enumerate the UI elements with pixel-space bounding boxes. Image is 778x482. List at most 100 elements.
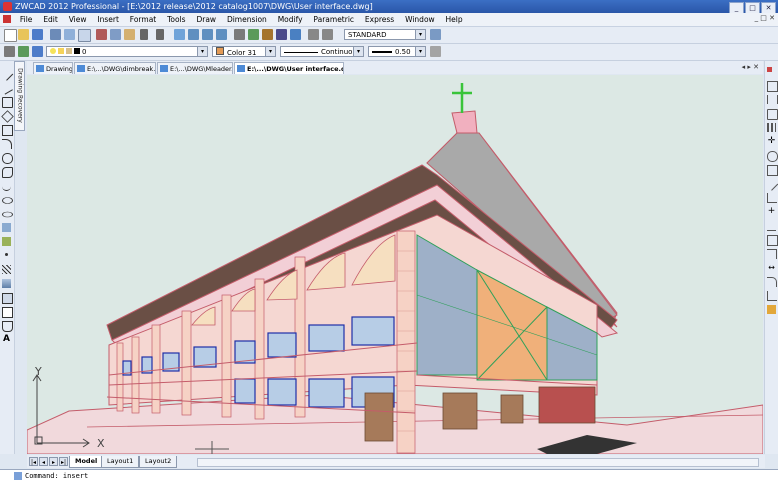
menu-dimension[interactable]: Dimension [223,13,271,26]
next-tab-button[interactable]: ▸ [49,457,58,466]
ellipse-icon[interactable] [2,197,13,204]
prev-tab-button[interactable]: ◂ [39,457,48,466]
menu-parametric[interactable]: Parametric [309,13,358,26]
array-icon[interactable] [767,123,776,132]
tab-layout2[interactable]: Layout2 [139,456,178,468]
zoom-previous-icon[interactable] [216,29,227,40]
mirror-icon[interactable] [767,95,778,104]
menu-edit[interactable]: Edit [39,13,62,26]
text-style-combo[interactable]: STANDARD ▾ [344,29,426,40]
make-current-layer-icon[interactable] [32,46,43,57]
menu-format[interactable]: Format [126,13,160,26]
rectangle-icon[interactable] [2,125,13,136]
last-tab-button[interactable]: ▸| [59,457,68,466]
menu-tools[interactable]: Tools [163,13,189,26]
paste-icon[interactable] [124,29,135,40]
move-icon[interactable]: ✛ [767,137,776,146]
command-line[interactable]: Command: insert [0,469,778,482]
circle-icon[interactable] [2,153,13,164]
scale-icon[interactable] [767,165,778,176]
ellipse-arc-icon[interactable] [2,211,13,218]
cut-icon[interactable] [96,29,107,40]
tab-model[interactable]: Model [69,456,104,468]
menu-draw[interactable]: Draw [192,13,220,26]
chamfer-icon[interactable]: ↔ [767,263,776,272]
dim-style-icon[interactable] [322,29,333,40]
save-icon[interactable] [32,29,43,40]
menu-modify[interactable]: Modify [274,13,307,26]
calculator-icon[interactable] [276,29,287,40]
menu-view[interactable]: View [65,13,91,26]
stretch-icon[interactable] [764,177,778,191]
menu-insert[interactable]: Insert [93,13,123,26]
table-style-icon[interactable] [430,29,441,40]
copy-icon[interactable] [110,29,121,40]
first-tab-button[interactable]: |◂ [29,457,38,466]
line-icon[interactable] [0,67,14,81]
properties-icon[interactable] [234,29,245,40]
layer-combo[interactable]: 0 ▾ [46,46,208,57]
print-icon[interactable] [50,29,61,40]
drawing-canvas[interactable]: Y X [27,75,763,454]
tab-dimbreak[interactable]: E:\...\DWG\dimbreak.dwg [74,62,156,74]
design-center-icon[interactable] [248,29,259,40]
gradient-icon[interactable] [2,279,11,288]
horizontal-scrollbar[interactable] [197,458,759,467]
copy-object-icon[interactable] [767,81,778,92]
zoom-window-icon[interactable] [202,29,213,40]
tab-mleader[interactable]: E:\...\DWG\Mleader.dwg [157,62,233,74]
break-icon[interactable] [767,235,778,246]
help-icon[interactable] [290,29,301,40]
lineweight-combo[interactable]: 0.50 mm▾ [368,46,426,67]
polygon-icon[interactable] [1,110,14,123]
drawing-recovery-panel-tab[interactable]: Drawing Recovery [14,61,25,131]
table-icon[interactable] [2,307,13,318]
layer-state-icon[interactable] [18,46,29,57]
undo-icon[interactable] [140,29,148,40]
make-block-icon[interactable] [2,237,11,246]
color-combo[interactable]: Color 31 ▾ [212,46,276,57]
polyline-icon[interactable] [2,97,13,108]
edit-polyline-icon[interactable] [767,305,776,314]
region-icon[interactable] [2,293,13,304]
tab-scroll-close-controls[interactable]: ◂ ▸ ✕ [742,63,759,71]
zoom-realtime-icon[interactable] [188,29,199,40]
join-icon[interactable] [767,249,777,259]
linetype-combo[interactable]: Continuous ▾ [280,46,364,57]
tab-drawing1[interactable]: Drawing1 [33,62,73,74]
mtext-icon[interactable]: A [2,335,11,344]
lengthen-icon[interactable] [767,193,777,203]
preview-icon[interactable] [64,29,75,40]
wipeout-icon[interactable] [2,321,13,332]
redo-icon[interactable] [156,29,164,40]
spline-icon[interactable] [2,181,11,191]
revcloud-icon[interactable] [2,167,13,178]
publish-icon[interactable] [78,29,91,42]
explode-icon[interactable] [767,291,777,301]
document-window-controls[interactable]: _ □ ✕ [755,14,775,22]
tab-user-interface[interactable]: E:\...\DWG\User interface.dwg [234,62,344,74]
insert-block-icon[interactable] [2,223,11,232]
extend-icon[interactable] [767,221,776,231]
rotate-icon[interactable] [767,151,778,162]
tab-layout1[interactable]: Layout1 [101,456,140,468]
erase-icon[interactable] [767,67,772,72]
layer-manager-icon[interactable] [4,46,15,57]
arc-icon[interactable] [2,139,12,149]
document-icon[interactable] [3,15,11,23]
open-icon[interactable] [18,29,29,40]
tool-palette-icon[interactable] [262,29,273,40]
menu-express[interactable]: Express [361,13,398,26]
trim-icon[interactable]: + [767,207,776,216]
pan-icon[interactable] [174,29,185,40]
menu-help[interactable]: Help [442,13,467,26]
menu-window[interactable]: Window [401,13,439,26]
new-icon[interactable] [4,29,17,42]
hatch-icon[interactable] [2,265,11,274]
fillet-icon[interactable] [767,277,777,287]
text-style-icon[interactable] [308,29,319,40]
menu-file[interactable]: File [16,13,37,26]
plot-style-icon[interactable] [430,46,441,57]
offset-icon[interactable] [767,109,778,120]
xline-icon[interactable] [0,81,13,95]
